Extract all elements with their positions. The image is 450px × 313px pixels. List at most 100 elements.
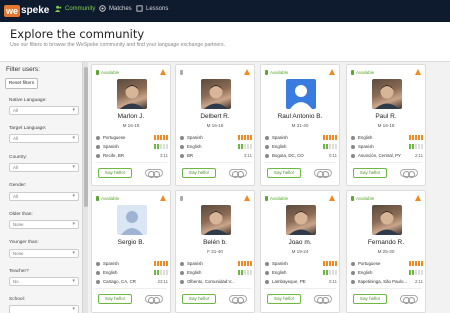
- say-hello-button[interactable]: Say hello!: [353, 168, 387, 178]
- nav-community[interactable]: Community: [55, 5, 95, 12]
- user-location: Olbento, Comunidad V...: [187, 279, 235, 284]
- user-name[interactable]: Joao m.: [261, 239, 339, 246]
- user-name[interactable]: Marlon J.: [92, 113, 170, 120]
- warning-icon: [329, 195, 335, 201]
- say-hello-button[interactable]: Say hello!: [267, 294, 301, 304]
- user-avatar[interactable]: [372, 79, 402, 109]
- connect-toggle[interactable]: [400, 169, 418, 178]
- warning-icon: [415, 195, 421, 201]
- connect-toggle[interactable]: [145, 169, 163, 178]
- user-avatar[interactable]: [117, 79, 147, 109]
- user-card[interactable]: Available Raul Antonio B. M 31-40 Spanish En…: [260, 64, 340, 186]
- location-row: BR 3:11: [180, 153, 252, 160]
- say-hello-button[interactable]: Say hello!: [98, 168, 132, 178]
- user-avatar[interactable]: [117, 205, 147, 235]
- native-language: English: [358, 135, 373, 140]
- nav-matches[interactable]: Matches: [99, 5, 132, 12]
- location-row: Lambayeque, PE 0:11: [265, 279, 337, 286]
- user-avatar[interactable]: [286, 205, 316, 235]
- user-avatar[interactable]: [201, 79, 231, 109]
- user-name[interactable]: Paul R.: [347, 113, 425, 120]
- country-select[interactable]: All: [9, 163, 79, 172]
- user-location: Lambayeque, PE: [272, 279, 306, 284]
- target-language-row: English: [265, 144, 338, 151]
- connect-toggle[interactable]: [314, 169, 332, 178]
- proficiency-meter: [323, 144, 338, 149]
- user-avatar[interactable]: [372, 205, 402, 235]
- warning-icon: [244, 195, 250, 201]
- user-card[interactable]: Available Marlon J. M 16-18 Portuguese Spani…: [91, 64, 171, 186]
- native-language: Spanish: [103, 261, 119, 266]
- filter-title: Filter users:: [6, 66, 40, 73]
- local-time: 0:11: [328, 279, 337, 284]
- speech-icon: [180, 262, 184, 266]
- say-hello-button[interactable]: Say hello!: [98, 294, 132, 304]
- older-than-select[interactable]: None: [9, 220, 79, 229]
- target-language-row: English: [351, 270, 424, 277]
- say-hello-button[interactable]: Say hello!: [182, 294, 216, 304]
- connect-toggle[interactable]: [229, 295, 247, 304]
- user-card[interactable]: Available Sergio B. Spanish English Cartago,…: [91, 190, 171, 313]
- connect-toggle[interactable]: [314, 295, 332, 304]
- target-language: Spanish: [103, 144, 119, 149]
- community-icon: [55, 5, 62, 12]
- wespeke-logo[interactable]: we speke: [4, 3, 49, 18]
- user-avatar[interactable]: [286, 79, 316, 109]
- user-gender-age: M 25-30: [377, 249, 395, 254]
- availability-status: [180, 70, 185, 75]
- sidebar-scrollbar[interactable]: [82, 62, 88, 313]
- teacher-select[interactable]: No: [9, 277, 79, 286]
- user-name[interactable]: Fernando R.: [347, 239, 425, 246]
- say-hello-button[interactable]: Say hello!: [353, 294, 387, 304]
- nav-community-label: Community: [65, 5, 96, 12]
- location-row: Cartago, CA, CR 23:11: [96, 279, 168, 286]
- card-divider: [95, 162, 167, 163]
- availability-label: Available: [356, 70, 375, 75]
- younger-than-select[interactable]: None: [9, 249, 79, 258]
- user-name[interactable]: Sergio B.: [92, 239, 170, 246]
- gender-select[interactable]: All: [9, 192, 79, 201]
- learning-icon: [180, 145, 184, 149]
- proficiency-meter: [323, 261, 338, 266]
- filter-label-native-language: Native Language:: [9, 98, 47, 103]
- connect-toggle[interactable]: [229, 169, 247, 178]
- user-avatar[interactable]: [201, 205, 231, 235]
- user-name[interactable]: Raul Antonio B.: [261, 113, 339, 120]
- user-card[interactable]: Available Paul R. M 16-18 English Spanish Asu…: [346, 64, 426, 186]
- target-language: English: [358, 270, 373, 275]
- local-time: 2:11: [414, 153, 423, 158]
- target-language-select[interactable]: All: [9, 134, 79, 143]
- native-language-select[interactable]: All: [9, 106, 79, 115]
- user-gender-age: M 16-18: [377, 123, 395, 128]
- local-time: 3:11: [159, 153, 168, 158]
- user-card[interactable]: Delbert R. M 16-18 Spanish English BR 3:11 Say…: [175, 64, 255, 186]
- page-title: Explore the community: [10, 27, 145, 41]
- connect-toggle[interactable]: [145, 295, 163, 304]
- nav-matches-label: Matches: [109, 5, 132, 12]
- user-name[interactable]: Belén b.: [176, 239, 254, 246]
- user-card[interactable]: Belén b. F 31-40 Spanish English Olbento, Co…: [175, 190, 255, 313]
- proficiency-meter: [409, 144, 424, 149]
- user-name[interactable]: Delbert R.: [176, 113, 254, 120]
- page-subtitle: Use our filters to browse the WeSpeke co…: [10, 42, 226, 48]
- learning-icon: [265, 271, 269, 275]
- say-hello-button[interactable]: Say hello!: [267, 168, 301, 178]
- school-input[interactable]: [9, 305, 79, 313]
- connect-toggle[interactable]: [400, 295, 418, 304]
- availability-status: [180, 196, 185, 201]
- availability-status: Available: [265, 196, 288, 201]
- user-card[interactable]: Available Fernando R. M 25-30 Portuguese Eng…: [346, 190, 426, 313]
- reset-filters-button[interactable]: Reset filters: [5, 78, 38, 89]
- target-language-row: English: [180, 270, 253, 277]
- nav-lessons[interactable]: Lessons: [136, 5, 168, 12]
- user-card[interactable]: Available Joao m. M 19-24 Spanish English Lam…: [260, 190, 340, 313]
- location-icon: [265, 280, 269, 284]
- native-language: Spanish: [272, 261, 288, 266]
- scrollbar-thumb[interactable]: [84, 67, 88, 207]
- user-gender-age: M 16-18: [122, 123, 140, 128]
- native-language: Portuguese: [103, 135, 126, 140]
- location-icon: [180, 280, 184, 284]
- say-hello-button[interactable]: Say hello!: [182, 168, 216, 178]
- matches-icon: [99, 5, 106, 12]
- native-language: Spanish: [187, 135, 203, 140]
